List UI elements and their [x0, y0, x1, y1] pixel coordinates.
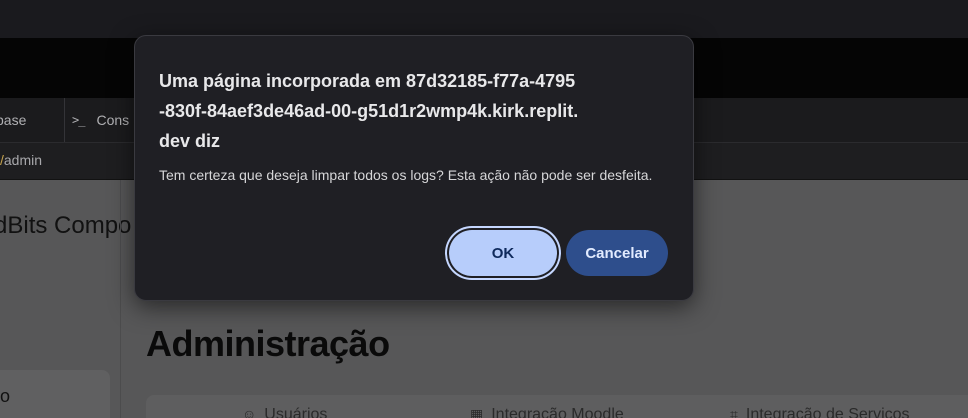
confirm-dialog: Uma página incorporada em 87d32185-f77a-… — [134, 35, 694, 301]
brand-name: dBits Compo — [0, 212, 132, 239]
tab-services[interactable]: ⌗ Integração de Serviços — [730, 406, 910, 418]
cancel-button[interactable]: Cancelar — [566, 230, 668, 276]
ok-button[interactable]: OK — [449, 230, 557, 276]
address-url-path: admin — [3, 152, 43, 168]
tab-database[interactable]: base — [0, 98, 65, 142]
calendar-icon: ▦ — [470, 406, 484, 418]
users-icon: ☺ — [242, 406, 257, 418]
browser-top-bar — [0, 0, 968, 38]
plug-icon: ⌗ — [730, 406, 738, 418]
tab-moodle-label: Integração Moodle — [491, 406, 624, 418]
terminal-icon: >_ — [72, 113, 85, 127]
tab-users-label: Usuários — [264, 406, 328, 418]
tab-moodle[interactable]: ▦ Integração Moodle — [470, 406, 624, 418]
sidebar-item-active[interactable] — [0, 370, 110, 418]
tab-database-label: base — [0, 112, 27, 128]
dialog-title: Uma página incorporada em 87d32185-f77a-… — [159, 71, 579, 151]
dialog-message: Tem certeza que deseja limpar todos os l… — [159, 167, 653, 183]
sidebar-item-label: o — [0, 386, 11, 406]
address-url: /admin — [0, 152, 42, 168]
page-title: Administração — [146, 323, 390, 364]
tab-console-label: Cons — [96, 112, 130, 128]
tab-users[interactable]: ☺ Usuários — [242, 406, 327, 418]
sidebar-divider — [120, 180, 121, 418]
screen: base >_ Cons /admin dBits Compo o Admini… — [0, 0, 968, 418]
tab-console[interactable]: >_ Cons — [72, 98, 129, 142]
tab-services-label: Integração de Serviços — [745, 406, 910, 418]
